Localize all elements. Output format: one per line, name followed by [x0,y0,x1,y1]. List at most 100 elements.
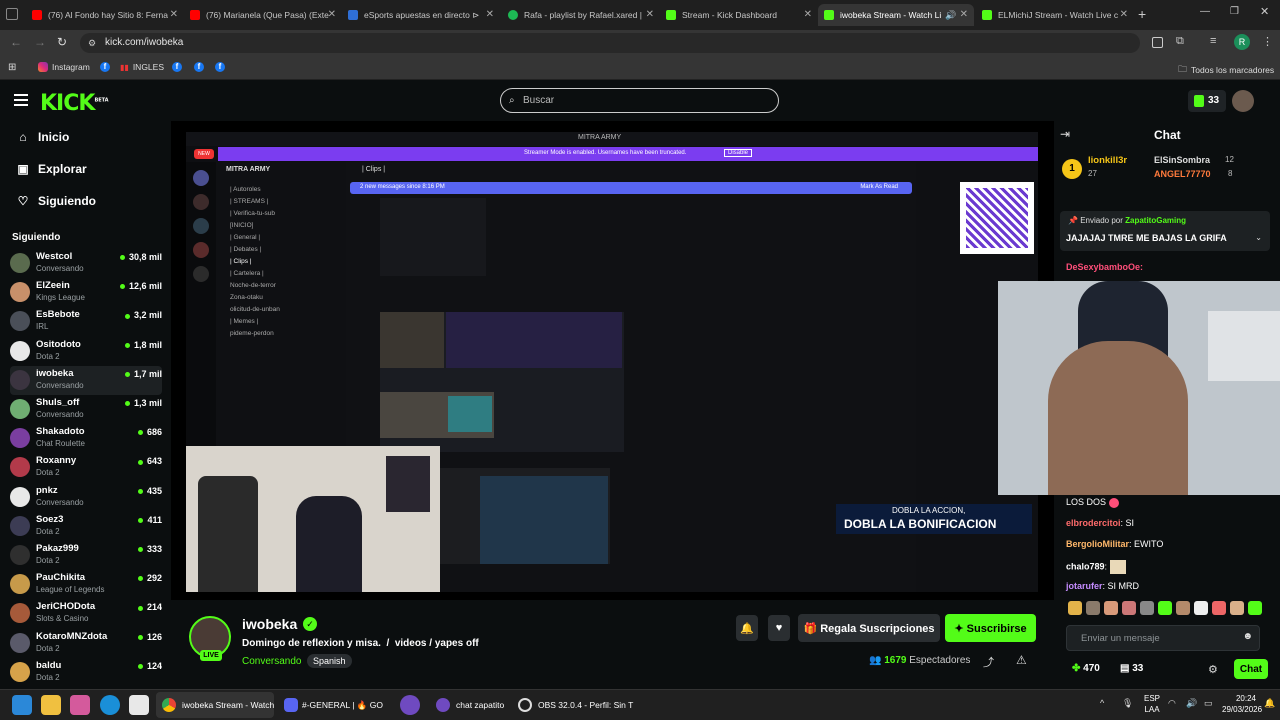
discord-channel[interactable]: | Cartelera | [230,270,264,277]
hamburger-menu-icon[interactable] [14,94,28,106]
url-bar[interactable]: ⚙ kick.com/iwobeka [80,33,1140,53]
following-item[interactable]: pnkz Conversando 435 [10,483,162,512]
following-item[interactable]: EsBebote IRL 3,2 mil [10,307,162,336]
notification-bell-icon[interactable]: 🔔 [736,615,758,641]
emoji-icon[interactable]: ☻ [1242,631,1253,642]
follow-heart-icon[interactable]: ♥ [768,615,790,641]
new-messages-bar[interactable]: 2 new messages since 8:16 PM Mark As Rea… [350,182,912,194]
chat-settings-icon[interactable]: ⚙ [1208,663,1218,676]
browser-tab-active[interactable]: iwobeka Stream - Watch Li 🔊 ✕ [818,4,974,26]
wifi-icon[interactable]: ◠ [1168,698,1176,709]
user-avatar[interactable] [1232,90,1254,112]
nav-following[interactable]: ♡ Siguiendo [16,194,96,208]
edge-icon[interactable] [100,695,120,715]
extensions-icon[interactable]: ⧉ [1176,35,1184,48]
chat-username[interactable]: elbrodercitoi [1066,518,1121,528]
nav-browse[interactable]: ▣ Explorar [16,162,86,176]
new-tab-icon[interactable]: + [1138,6,1146,22]
close-window-icon[interactable]: ✕ [1260,5,1269,18]
close-icon[interactable]: ✕ [646,9,654,20]
speaker-icon[interactable]: 🔊 [945,10,956,21]
following-item[interactable]: KotaroMNZdota Dota 2 126 [10,629,162,658]
close-icon[interactable]: ✕ [960,9,968,20]
forward-icon[interactable]: → [34,35,46,49]
emote[interactable] [1068,601,1082,615]
following-item[interactable]: Pakaz999 Dota 2 333 [10,541,162,570]
collapse-chat-icon[interactable]: ⇥ [1060,127,1070,141]
following-item[interactable]: iwobeka Conversando 1,7 mil [10,365,162,395]
send-chat-button[interactable]: Chat [1234,659,1268,679]
app-icon[interactable] [400,695,420,715]
chat-message[interactable]: LOS DOS [1066,497,1119,508]
discord-channel[interactable]: | STREAMS | [230,198,268,205]
disable-button[interactable]: Disable [724,149,753,157]
browser-tab[interactable]: Stream - Kick Dashboard ✕ [660,4,818,26]
following-item[interactable]: baldu Dota 2 124 [10,658,162,687]
following-item[interactable]: Westcol Conversando 30,8 mil [10,249,162,278]
chat-message[interactable]: elbrodercitoi: SI [1066,518,1134,528]
chat-kicks[interactable]: ▤ 33 [1120,663,1143,674]
chat-input[interactable]: Enviar un mensaje ☻ [1066,625,1260,651]
language-tag[interactable]: Spanish [307,654,352,668]
maximize-icon[interactable]: ❐ [1230,6,1239,17]
microphone-icon[interactable]: 🎙 [1122,698,1133,709]
emote[interactable] [1176,601,1190,615]
discord-channel[interactable]: | Verifica-tu-sub [230,210,275,217]
chat-username[interactable]: BergolioMilitar [1066,539,1129,549]
cast-icon[interactable] [1152,37,1163,48]
discord-channel[interactable]: Zona-otaku [230,294,263,301]
following-item[interactable]: ElZeein Kings League 12,6 mil [10,278,162,307]
battery-icon[interactable]: ▭ [1204,698,1213,709]
chevron-down-icon[interactable]: ⌄ [1255,233,1262,242]
chat-message[interactable]: chalo789: [1066,560,1126,574]
browser-tab[interactable]: Rafa - playlist by Rafael.xared | ✕ [502,4,660,26]
following-item[interactable]: Soez3 Dota 2 411 [10,512,162,541]
apps-icon[interactable]: ⊞ [8,62,16,73]
site-info-icon[interactable]: ⚙ [88,33,96,53]
emote[interactable] [1194,601,1208,615]
discord-channel[interactable]: olicitud-de-unban [230,306,280,313]
menu-icon[interactable]: ⋮ [1262,35,1273,48]
close-icon[interactable]: ✕ [486,9,494,20]
discord-channel[interactable]: Noche-de-terror [230,282,276,289]
tray-chevron-icon[interactable]: ^ [1100,698,1104,708]
following-item[interactable]: JeriCHODota Slots & Casino 214 [10,599,162,628]
store-icon[interactable] [129,695,149,715]
notification-icon[interactable]: 🔔 [1264,698,1275,709]
report-icon[interactable]: ⚠ [1016,653,1027,667]
volume-icon[interactable]: 🔊 [1186,698,1197,709]
discord-channel[interactable]: [INICIO] [230,222,253,229]
reload-icon[interactable]: ↻ [57,35,67,49]
stream-video-frame[interactable]: MITRA ARMY Streamer Mode is enabled. Use… [186,132,1038,592]
discord-channel[interactable]: | Autoroles [230,186,261,193]
browser-tab[interactable]: (76) Al Fondo hay Sitio 8: Ferna ✕ [26,4,184,26]
close-icon[interactable]: ✕ [328,9,336,20]
browser-tab[interactable]: eSports apuestas en directo ⊳ ✕ [342,4,500,26]
bookmark-instagram[interactable]: Instagram [38,62,90,72]
share-icon[interactable]: ⤴ [983,654,994,670]
kick-logo[interactable]: KICKBETA [40,91,109,116]
profile-avatar[interactable]: R [1234,34,1250,50]
gift-subs-button[interactable]: 🎁 Regala Suscripciones [798,614,940,642]
following-item[interactable]: Ositodoto Dota 2 1,8 mil [10,337,162,366]
close-icon[interactable]: ✕ [170,9,178,20]
bookmark-facebook[interactable]: f [172,62,182,72]
chat-message[interactable]: BergolioMilitar: EWITO [1066,539,1163,549]
following-item[interactable]: Shakadoto Chat Roulette 686 [10,424,162,453]
following-item[interactable]: Shuls_off Conversando 1,3 mil [10,395,162,424]
language-indicator[interactable]: ESP LAA [1144,693,1160,715]
discord-channel[interactable]: | Clips | [230,258,251,265]
browser-tab[interactable]: (76) Marianela (Que Pasa) (Exte ✕ [184,4,342,26]
bookmark-facebook[interactable]: f [194,62,204,72]
windows-start-icon[interactable] [12,695,32,715]
stream-category[interactable]: Conversando [242,656,301,667]
discord-channel[interactable]: | Memes | [230,318,258,325]
nav-home[interactable]: ⌂ Inicio [16,130,69,144]
back-icon[interactable]: ← [10,35,22,49]
search-input[interactable]: ⌕ Buscar [500,88,779,113]
emote[interactable] [1248,601,1262,615]
emote[interactable] [1122,601,1136,615]
channel-points[interactable]: ✤ 470 [1072,663,1100,674]
chat-username[interactable]: chalo789 [1066,561,1105,571]
chat-username[interactable]: jotarufer [1066,581,1103,591]
